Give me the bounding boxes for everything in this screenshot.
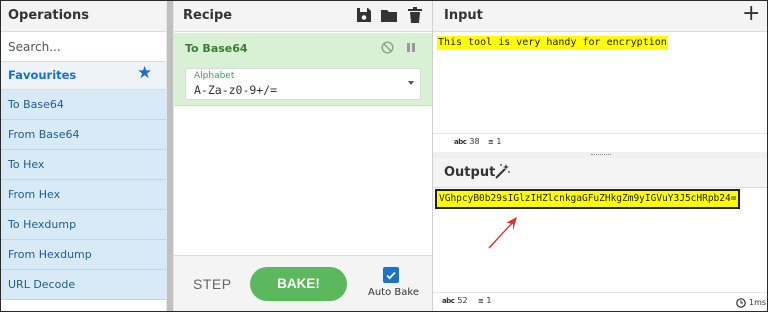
operations-header: Operations [1,1,166,32]
operation-item[interactable]: To Base64 [1,90,166,120]
output-length: abc 52 [442,296,468,305]
recipe-operation-card[interactable]: To Base64 Alphabet A-Za-z0-9+/= [174,33,432,106]
input-lines: ≡ 1 [488,137,501,146]
check-icon [386,271,396,280]
operation-item[interactable]: To Hexdump [1,210,166,240]
operations-title: Operations [8,8,89,23]
recipe-footer: STEP BAKE! Auto Bake [174,255,432,311]
length-icon: abc [454,138,467,146]
output-lines: ≡ 1 [478,296,491,305]
operation-item[interactable]: From Hex [1,180,166,210]
output-header: Output [433,158,767,188]
recipe-panel: Recipe To Base64 Alphabet A-Za-z0-9+/= S… [174,1,433,311]
recipe-header: Recipe [174,1,432,32]
clock-icon [736,298,746,308]
alphabet-value: A-Za-z0-9+/= [194,83,278,97]
operations-panel: Operations Favourites ★ To Base64 From B… [1,1,174,311]
recipe-operation-title: To Base64 [185,42,248,55]
save-icon[interactable] [355,6,373,24]
input-status-bar: abc 38 ≡ 1 [433,133,767,152]
alphabet-select[interactable]: Alphabet A-Za-z0-9+/= [185,68,421,100]
operations-search-input[interactable] [1,33,166,62]
folder-icon[interactable] [380,6,398,24]
input-length: abc 38 [454,137,480,146]
output-time: 1ms [749,298,767,307]
bake-button[interactable]: BAKE! [250,267,347,301]
step-button[interactable]: STEP [193,276,232,292]
annotation-arrow-icon [488,217,517,249]
lines-icon: ≡ [478,297,484,305]
disable-icon[interactable] [381,41,394,54]
operation-item[interactable]: From Base64 [1,120,166,150]
favourites-category[interactable]: Favourites ★ [1,62,166,90]
input-title: Input [444,8,483,23]
autobake-checkbox[interactable] [383,267,399,283]
cyberchef-window: Operations Favourites ★ To Base64 From B… [0,0,768,312]
output-status-bar: abc 52 ≡ 1 1ms [433,292,767,311]
magic-wand-icon[interactable] [493,163,511,181]
input-header: Input + [433,1,767,32]
favourites-label: Favourites [8,68,77,82]
star-icon[interactable]: ★ [137,65,152,82]
output-textarea[interactable]: VGhpcyB0b29sIGlzIHZlcnkgaGFuZHkgZm9yIGVu… [435,189,741,209]
operations-scrollbar-thumb[interactable] [167,1,173,311]
trash-icon[interactable] [406,6,424,24]
pause-icon[interactable] [406,42,416,53]
input-length-value: 38 [469,137,480,146]
output-title: Output [444,165,496,180]
caret-down-icon[interactable] [408,81,414,85]
output-length-value: 52 [457,296,468,305]
input-lines-value: 1 [496,137,502,146]
input-textarea[interactable]: This tool is very handy for encryption [437,36,668,50]
io-panel: Input + This tool is very handy for encr… [433,1,767,311]
recipe-title: Recipe [183,8,233,23]
alphabet-label: Alphabet [194,71,235,81]
operations-list: To Base64 From Base64 To Hex From Hex To… [1,90,166,311]
lines-icon: ≡ [488,138,494,146]
operation-item[interactable]: From Hexdump [1,240,166,270]
operation-item[interactable]: To Hex [1,150,166,180]
operations-scrollbar[interactable] [166,1,174,311]
divider-grip[interactable] [591,154,611,156]
autobake-label: Auto Bake [368,287,419,298]
operation-item[interactable]: URL Decode [1,270,166,300]
add-tab-plus-icon[interactable]: + [742,2,760,26]
output-lines-value: 1 [486,296,492,305]
length-icon: abc [442,297,455,305]
